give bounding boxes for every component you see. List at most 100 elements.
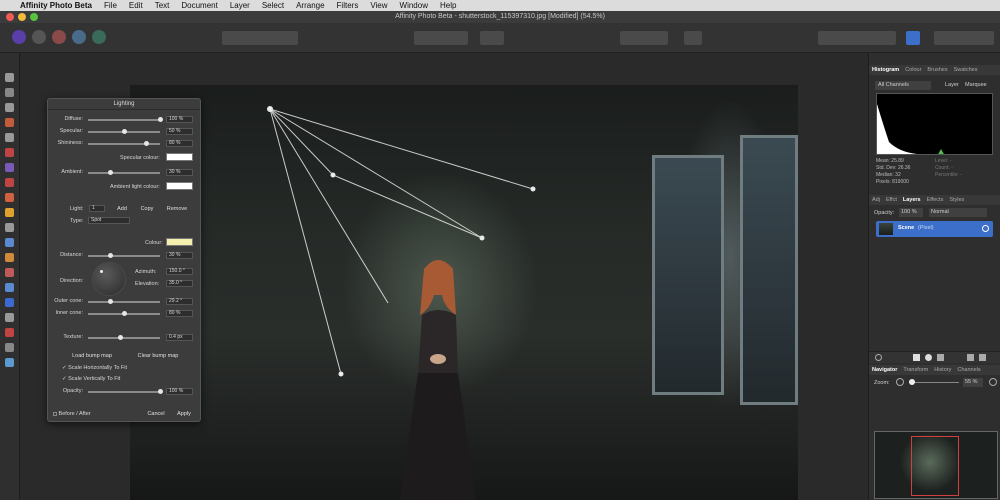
- tab-styles[interactable]: Styles: [946, 197, 967, 203]
- view-mode-button-group[interactable]: [934, 31, 994, 45]
- blend-mode-select[interactable]: Normal: [929, 208, 987, 217]
- live-filter-icon[interactable]: [937, 354, 944, 361]
- mask-layer-icon[interactable]: [913, 354, 920, 361]
- shininess-slider[interactable]: [88, 141, 160, 146]
- azimuth-value[interactable]: 150.0 °: [166, 268, 193, 275]
- specular-slider[interactable]: [88, 129, 160, 134]
- cancel-button[interactable]: Cancel: [144, 410, 168, 418]
- color-picker-icon[interactable]: [5, 193, 14, 202]
- menu-text[interactable]: Text: [149, 1, 176, 10]
- adjustment-layer-icon[interactable]: [925, 354, 932, 361]
- layer-toggle[interactable]: Layer: [945, 81, 959, 90]
- texture-slider-knob[interactable]: [118, 335, 124, 340]
- develop-persona-icon[interactable]: [52, 30, 66, 44]
- scale-horizontally-checkbox[interactable]: ✓ Scale Horizontally To Fit: [62, 365, 127, 371]
- layer-opacity-field[interactable]: 100 %: [899, 208, 923, 217]
- menu-document[interactable]: Document: [175, 1, 223, 10]
- zoom-field[interactable]: 55 %: [963, 378, 983, 387]
- crop-tool-icon[interactable]: [5, 103, 14, 112]
- menu-help[interactable]: Help: [434, 1, 462, 10]
- zoom-window-button[interactable]: [30, 13, 38, 21]
- tab-effects[interactable]: Effects: [924, 197, 947, 203]
- erase-brush-icon[interactable]: [5, 268, 14, 277]
- tab-adj[interactable]: Adj: [869, 197, 883, 203]
- channels-select[interactable]: All Channels: [875, 81, 931, 90]
- opacity-slider[interactable]: [88, 389, 163, 394]
- selection-button-group[interactable]: [414, 31, 468, 45]
- tab-history[interactable]: History: [931, 367, 954, 373]
- elevation-value[interactable]: 35.0 °: [166, 280, 193, 287]
- inner-cone-slider-knob[interactable]: [122, 311, 127, 316]
- before-after-checkbox[interactable]: Before / After: [53, 411, 91, 417]
- outer-cone-slider-knob[interactable]: [107, 299, 113, 304]
- shape-tool-icon[interactable]: [5, 298, 14, 307]
- before-after-box[interactable]: [53, 411, 57, 416]
- opacity-value[interactable]: 100 %: [166, 388, 193, 395]
- diffuse-slider[interactable]: [88, 117, 163, 122]
- snapping-button-group[interactable]: [620, 31, 668, 45]
- gradient-tool-icon[interactable]: [5, 163, 14, 172]
- shininess-slider-knob[interactable]: [143, 141, 149, 146]
- apply-button[interactable]: Apply: [172, 410, 196, 418]
- texture-value[interactable]: 0.4 px: [166, 334, 193, 341]
- zoom-in-icon[interactable]: [989, 378, 997, 386]
- light-type-select[interactable]: Spot: [88, 217, 130, 224]
- tone-mapping-persona-icon[interactable]: [72, 30, 86, 44]
- copy-light-button[interactable]: Copy: [136, 205, 158, 213]
- diffuse-value[interactable]: 100 %: [166, 116, 193, 123]
- assistant-button[interactable]: [684, 31, 702, 45]
- selection-brush-icon[interactable]: [5, 118, 14, 127]
- auto-adjust-button-group[interactable]: [222, 31, 298, 45]
- blur-brush-icon[interactable]: [5, 238, 14, 247]
- close-window-button[interactable]: [6, 13, 14, 21]
- direction-dial[interactable]: [92, 262, 126, 296]
- hand-tool-icon[interactable]: [5, 343, 14, 352]
- distance-slider[interactable]: [88, 253, 160, 258]
- red-eye-tool-icon[interactable]: [5, 328, 14, 337]
- inner-cone-slider[interactable]: [88, 311, 160, 316]
- opacity-slider-knob[interactable]: [158, 389, 163, 394]
- arrange-button-group[interactable]: [818, 31, 896, 45]
- navigator-view-rect[interactable]: [911, 436, 959, 496]
- menu-view[interactable]: View: [364, 1, 393, 10]
- tab-layers[interactable]: Layers: [900, 197, 924, 203]
- photo-persona-icon[interactable]: [12, 30, 26, 44]
- light-index-stepper[interactable]: 1: [89, 205, 105, 212]
- text-tool-icon[interactable]: [5, 313, 14, 322]
- outer-cone-value[interactable]: 29.2 °: [166, 298, 193, 305]
- clone-brush-icon[interactable]: [5, 223, 14, 232]
- move-tool-icon[interactable]: [5, 73, 14, 82]
- tab-swatches[interactable]: Swatches: [951, 67, 981, 73]
- tab-navigator[interactable]: Navigator: [869, 367, 900, 373]
- zoom-out-icon[interactable]: [896, 378, 904, 386]
- document-photo[interactable]: [130, 85, 798, 500]
- load-bump-map-button[interactable]: Load bump map: [64, 352, 120, 360]
- zoom-tool-icon[interactable]: [5, 358, 14, 367]
- ambient-colour-swatch[interactable]: [166, 182, 193, 190]
- liquify-persona-icon[interactable]: [32, 30, 46, 44]
- tab-colour[interactable]: Colour: [902, 67, 924, 73]
- add-layer-icon[interactable]: [967, 354, 974, 361]
- tab-channels[interactable]: Channels: [954, 367, 983, 373]
- layer-visibility-icon[interactable]: [982, 225, 989, 232]
- distance-value[interactable]: 30 %: [166, 252, 193, 259]
- layer-row-scene[interactable]: Scene (Pixel): [876, 221, 993, 237]
- zoom-slider[interactable]: [909, 379, 959, 385]
- quick-mask-button[interactable]: [480, 31, 504, 45]
- marquee-tool-icon[interactable]: [5, 133, 14, 142]
- tab-transform[interactable]: Transform: [900, 367, 931, 373]
- scale-vertically-checkbox[interactable]: ✓ Scale Vertically To Fit: [62, 376, 120, 382]
- texture-slider[interactable]: [88, 335, 160, 340]
- specular-slider-knob[interactable]: [122, 129, 127, 134]
- specular-value[interactable]: 50 %: [166, 128, 193, 135]
- distance-slider-knob[interactable]: [107, 253, 113, 258]
- direction-dial-knob[interactable]: [100, 270, 103, 273]
- studio-toggle-button[interactable]: [906, 31, 920, 45]
- view-tool-icon[interactable]: [5, 88, 14, 97]
- menu-window[interactable]: Window: [394, 1, 434, 10]
- export-persona-icon[interactable]: [92, 30, 106, 44]
- menu-arrange[interactable]: Arrange: [290, 1, 330, 10]
- menu-filters[interactable]: Filters: [331, 1, 365, 10]
- minimize-window-button[interactable]: [18, 13, 26, 21]
- dodge-brush-icon[interactable]: [5, 208, 14, 217]
